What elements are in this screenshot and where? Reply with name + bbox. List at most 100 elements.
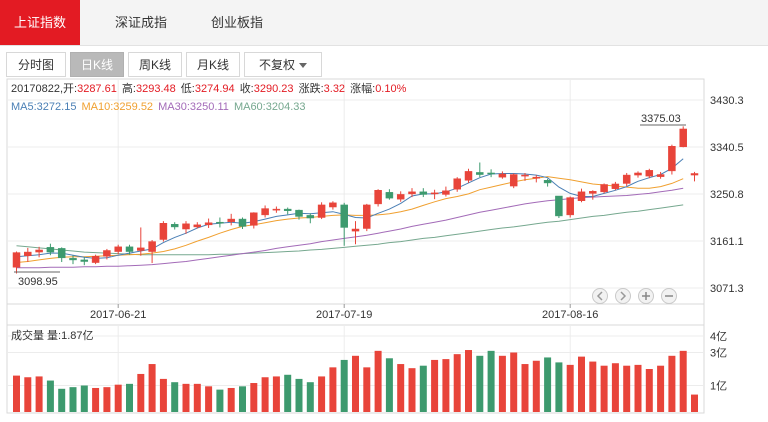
- candle: [329, 201, 337, 210]
- volume-bar: [657, 365, 665, 412]
- volume-bar: [137, 373, 145, 412]
- volume-bar: [159, 378, 167, 412]
- volume-bar: [487, 350, 495, 412]
- candle: [589, 190, 597, 200]
- candle: [419, 188, 428, 198]
- candle: [690, 171, 699, 182]
- volume-label: 成交量 量:1.87亿: [11, 328, 94, 342]
- date-tick-label: 2017-06-21: [90, 309, 146, 321]
- volume-bar: [239, 386, 246, 412]
- volume-bar: [295, 378, 303, 412]
- volume-bar: [227, 387, 235, 412]
- volume-bar: [46, 380, 54, 412]
- volume-bar: [385, 358, 393, 412]
- volume-bar: [318, 376, 326, 412]
- volume-bar: [329, 367, 337, 412]
- scroll-right-button[interactable]: [615, 288, 631, 304]
- candle: [363, 203, 371, 232]
- date-tick-label: 2017-07-19: [316, 309, 372, 321]
- candle: [170, 222, 179, 230]
- candle: [12, 251, 21, 274]
- volume-bar: [679, 350, 687, 412]
- candle: [396, 191, 405, 202]
- candle: [453, 177, 461, 192]
- volume-bar: [397, 364, 405, 412]
- volume-bar: [374, 350, 382, 412]
- candle: [114, 244, 122, 255]
- date-axis: 2017-06-21 2017-07-19 2017-08-16: [90, 304, 598, 321]
- candle: [487, 169, 495, 178]
- volume-bar: [363, 367, 371, 412]
- volume-bar: [453, 354, 461, 412]
- candle: [24, 247, 32, 263]
- price-tick-label: 3430.3: [710, 95, 744, 107]
- candle: [283, 207, 292, 215]
- chart-controls: [592, 288, 677, 304]
- candle: [600, 183, 608, 194]
- kline-chart: 3430.3 3340.5 3250.8 3161.1 3071.3 4亿 3亿 1亿 20…: [6, 78, 744, 414]
- candle: [306, 213, 315, 224]
- candle: [261, 205, 269, 218]
- volume-bar: [148, 364, 156, 412]
- candle: [476, 162, 484, 178]
- price-tick-label: 3161.1: [710, 236, 744, 248]
- price-tick-label: 3071.3: [710, 283, 744, 295]
- volume-bar: [419, 365, 427, 412]
- price-tick-label: 3250.8: [710, 189, 744, 201]
- zoom-out-button[interactable]: [661, 288, 677, 304]
- ma5-line: [16, 158, 684, 259]
- ma5-legend: MA5:3272.15: [11, 101, 76, 113]
- volume-bar: [566, 364, 574, 412]
- volume-bar: [623, 365, 631, 412]
- volume-bar: [261, 377, 269, 412]
- scroll-left-button[interactable]: [592, 288, 608, 304]
- candle: [679, 126, 687, 148]
- volume-bar: [35, 376, 43, 412]
- volume-bar: [182, 383, 190, 412]
- volume-bar: [544, 357, 552, 412]
- volume-bar: [103, 387, 111, 412]
- candle: [227, 213, 235, 226]
- volume-bar: [465, 350, 472, 412]
- volume-bar: [442, 359, 450, 412]
- volume-bar: [272, 376, 280, 412]
- volume-bar: [250, 383, 258, 412]
- date-tick-label: 2017-08-16: [542, 309, 598, 321]
- candle: [509, 173, 518, 189]
- volume-bar: [193, 383, 201, 412]
- candle: [464, 168, 473, 183]
- candle: [204, 218, 213, 228]
- volume-bar: [205, 386, 213, 412]
- volume-bar: [92, 387, 100, 412]
- volume-bar: [691, 394, 698, 412]
- volume-bar: [216, 389, 224, 412]
- volume-bar: [589, 361, 597, 412]
- volume-bar: [340, 359, 348, 412]
- candle: [622, 172, 631, 187]
- candle: [216, 217, 224, 228]
- zoom-in-button[interactable]: [638, 288, 654, 304]
- candle: [91, 254, 100, 265]
- volume-bar: [284, 374, 292, 412]
- candle: [498, 171, 507, 179]
- volume-tick-label: 3亿: [710, 347, 727, 360]
- volume-bar: [24, 377, 32, 412]
- candle: [57, 247, 66, 263]
- volume-bar: [431, 359, 439, 412]
- ma60-legend: MA60:3204.33: [234, 101, 306, 113]
- ma-legend: MA5:3272.15 MA10:3259.52 MA30:3250.11 MA…: [11, 101, 306, 113]
- candle: [668, 144, 676, 175]
- ma30-legend: MA30:3250.11: [158, 101, 229, 113]
- volume-bar: [352, 355, 359, 412]
- volume-bar: [578, 356, 585, 412]
- volume-bar: [476, 355, 484, 412]
- candle: [442, 186, 450, 197]
- candle: [272, 206, 281, 213]
- candles: [12, 126, 699, 274]
- volume-bars: [13, 350, 698, 412]
- volume-bar: [498, 355, 506, 412]
- volume-bar: [69, 387, 77, 412]
- candle: [80, 257, 89, 266]
- volume-bar: [645, 369, 653, 412]
- volume-bar: [555, 362, 563, 412]
